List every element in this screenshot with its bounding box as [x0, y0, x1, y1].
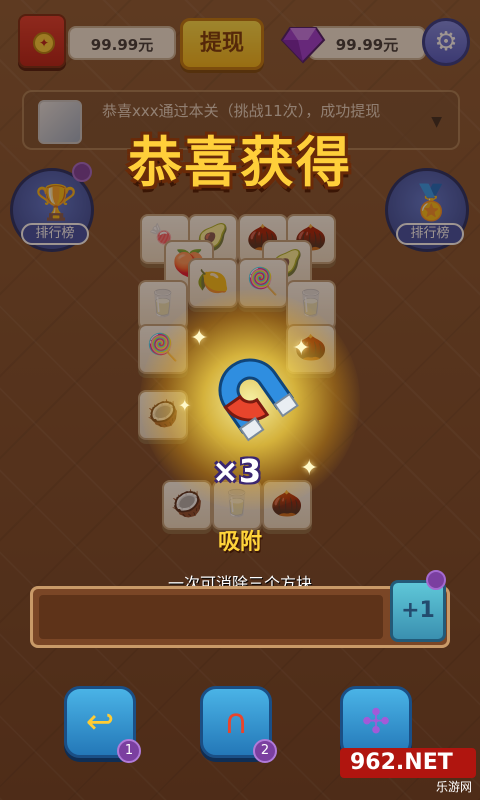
- settings-button[interactable]: ⚙: [422, 18, 470, 66]
- withdraw-button[interactable]: 提现: [180, 18, 264, 70]
- reward-item-name: 吸附: [217, 530, 262, 555]
- notification-dot: [426, 570, 446, 590]
- reward-title: 恭喜获得: [128, 131, 352, 194]
- chevron-down-icon[interactable]: ▼: [431, 114, 442, 130]
- undo-tool-button[interactable]: ↩ 1: [64, 686, 141, 763]
- watermark-subtitle: 乐游网: [435, 780, 472, 794]
- magnet-tool-button[interactable]: ∩ 2: [200, 686, 277, 763]
- undo-count-badge: 1: [117, 739, 141, 763]
- watermark-logo: 962.NET: [340, 748, 476, 778]
- gear-icon: ⚙: [434, 27, 458, 57]
- top-bar: ✦ 99.99元 提现 99.99元 ⚙: [18, 14, 470, 70]
- magnet-count-badge: 2: [253, 739, 277, 763]
- red-packet-icon[interactable]: ✦: [18, 14, 66, 68]
- sparkle-icon: ✦: [300, 456, 319, 481]
- avatar: [38, 100, 82, 144]
- leaderboard-right-label: 排行榜: [396, 223, 464, 245]
- reward-quantity: ×3: [212, 452, 262, 490]
- leaderboard-left-label: 排行榜: [21, 223, 89, 245]
- cash-balance: 99.99元: [68, 26, 176, 60]
- gem-icon: [280, 27, 326, 64]
- sparkle-icon: ✦: [190, 326, 209, 351]
- trophy-icon: 🏆: [35, 183, 78, 223]
- medal-icon: 🏅: [410, 183, 453, 223]
- slot-bar-tray: [39, 595, 383, 639]
- sparkle-icon: ✦: [178, 396, 192, 415]
- leaderboard-right-button[interactable]: 🏅 排行榜: [385, 168, 469, 252]
- sparkle-icon: ✦: [292, 336, 311, 361]
- slot-bar: [30, 586, 450, 648]
- pinwheel-icon: ✣: [361, 702, 391, 742]
- watermark: 962.NET 乐游网: [340, 748, 476, 796]
